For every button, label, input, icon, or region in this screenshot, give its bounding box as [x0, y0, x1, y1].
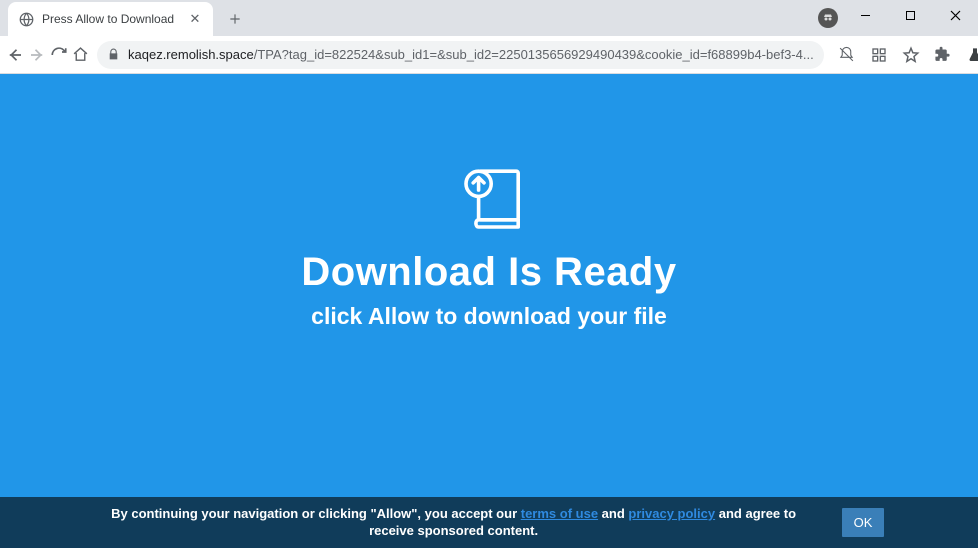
window-controls — [843, 0, 978, 30]
maximize-button[interactable] — [888, 0, 933, 30]
home-button[interactable] — [72, 40, 89, 70]
tab-title: Press Allow to Download — [42, 12, 179, 26]
browser-toolbar: kaqez.remolish.space/TPA?tag_id=822524&s… — [0, 36, 978, 74]
lock-icon — [107, 48, 120, 61]
new-tab-button[interactable] — [221, 5, 249, 33]
url-text: kaqez.remolish.space/TPA?tag_id=822524&s… — [128, 47, 814, 62]
consent-text: By continuing your navigation or clickin… — [94, 505, 814, 540]
browser-titlebar: Press Allow to Download ✕ — [0, 0, 978, 36]
reload-button[interactable] — [50, 40, 68, 70]
page-content: Download Is Ready click Allow to downloa… — [0, 74, 978, 548]
lab-flask-icon[interactable] — [960, 40, 978, 70]
bookmark-star-icon[interactable] — [896, 40, 926, 70]
consent-and: and — [598, 506, 628, 521]
ok-button[interactable]: OK — [842, 508, 885, 537]
browser-tab[interactable]: Press Allow to Download ✕ — [8, 2, 213, 36]
url-path: /TPA?tag_id=822524&sub_id1=&sub_id2=2250… — [254, 47, 814, 62]
extensions-puzzle-icon[interactable] — [928, 40, 958, 70]
page-subhead: click Allow to download your file — [311, 303, 667, 330]
mute-notifications-icon[interactable] — [832, 40, 862, 70]
consent-bar: By continuing your navigation or clickin… — [0, 497, 978, 548]
window-close-button[interactable] — [933, 0, 978, 30]
page-headline: Download Is Ready — [301, 250, 676, 295]
privacy-policy-link[interactable]: privacy policy — [628, 506, 715, 521]
url-host: kaqez.remolish.space — [128, 47, 254, 62]
address-bar[interactable]: kaqez.remolish.space/TPA?tag_id=822524&s… — [97, 41, 824, 69]
back-button[interactable] — [6, 40, 24, 70]
incognito-icon — [818, 8, 838, 28]
forward-button[interactable] — [28, 40, 46, 70]
globe-icon — [18, 11, 34, 27]
terms-of-use-link[interactable]: terms of use — [521, 506, 598, 521]
consent-part1: By continuing your navigation or clickin… — [111, 506, 521, 521]
download-book-icon — [457, 164, 529, 236]
close-icon[interactable]: ✕ — [187, 11, 203, 27]
hero: Download Is Ready click Allow to downloa… — [0, 164, 978, 330]
extensions-grid-icon[interactable] — [864, 40, 894, 70]
minimize-button[interactable] — [843, 0, 888, 30]
